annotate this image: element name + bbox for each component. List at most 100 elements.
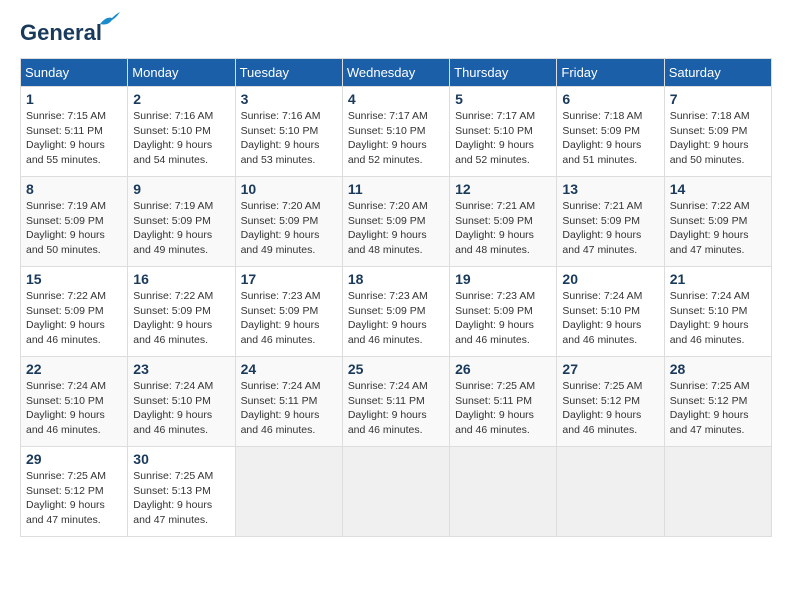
day-info: Sunrise: 7:19 AMSunset: 5:09 PMDaylight:… xyxy=(26,199,122,258)
calendar-cell xyxy=(235,447,342,537)
calendar-week-row: 15 Sunrise: 7:22 AMSunset: 5:09 PMDayligh… xyxy=(21,267,772,357)
day-info: Sunrise: 7:20 AMSunset: 5:09 PMDaylight:… xyxy=(241,199,337,258)
day-info: Sunrise: 7:24 AMSunset: 5:11 PMDaylight:… xyxy=(348,379,444,438)
day-info: Sunrise: 7:20 AMSunset: 5:09 PMDaylight:… xyxy=(348,199,444,258)
day-info: Sunrise: 7:25 AMSunset: 5:13 PMDaylight:… xyxy=(133,469,229,528)
day-info: Sunrise: 7:24 AMSunset: 5:10 PMDaylight:… xyxy=(133,379,229,438)
day-info: Sunrise: 7:23 AMSunset: 5:09 PMDaylight:… xyxy=(455,289,551,348)
day-number: 16 xyxy=(133,271,229,287)
day-number: 15 xyxy=(26,271,122,287)
day-info: Sunrise: 7:22 AMSunset: 5:09 PMDaylight:… xyxy=(133,289,229,348)
calendar-cell: 23 Sunrise: 7:24 AMSunset: 5:10 PMDayligh… xyxy=(128,357,235,447)
calendar-cell: 30 Sunrise: 7:25 AMSunset: 5:13 PMDayligh… xyxy=(128,447,235,537)
day-number: 22 xyxy=(26,361,122,377)
calendar-cell: 10 Sunrise: 7:20 AMSunset: 5:09 PMDayligh… xyxy=(235,177,342,267)
calendar-cell: 3 Sunrise: 7:16 AMSunset: 5:10 PMDaylight… xyxy=(235,87,342,177)
day-info: Sunrise: 7:21 AMSunset: 5:09 PMDaylight:… xyxy=(562,199,658,258)
day-number: 30 xyxy=(133,451,229,467)
day-number: 23 xyxy=(133,361,229,377)
calendar-cell: 29 Sunrise: 7:25 AMSunset: 5:12 PMDayligh… xyxy=(21,447,128,537)
weekday-header-saturday: Saturday xyxy=(664,59,771,87)
calendar-cell: 16 Sunrise: 7:22 AMSunset: 5:09 PMDayligh… xyxy=(128,267,235,357)
day-number: 28 xyxy=(670,361,766,377)
day-info: Sunrise: 7:17 AMSunset: 5:10 PMDaylight:… xyxy=(348,109,444,168)
day-number: 24 xyxy=(241,361,337,377)
day-info: Sunrise: 7:25 AMSunset: 5:12 PMDaylight:… xyxy=(562,379,658,438)
day-number: 14 xyxy=(670,181,766,197)
calendar-cell: 6 Sunrise: 7:18 AMSunset: 5:09 PMDaylight… xyxy=(557,87,664,177)
day-number: 20 xyxy=(562,271,658,287)
day-number: 7 xyxy=(670,91,766,107)
day-info: Sunrise: 7:18 AMSunset: 5:09 PMDaylight:… xyxy=(670,109,766,168)
bird-icon xyxy=(98,12,120,28)
calendar-cell: 27 Sunrise: 7:25 AMSunset: 5:12 PMDayligh… xyxy=(557,357,664,447)
day-info: Sunrise: 7:19 AMSunset: 5:09 PMDaylight:… xyxy=(133,199,229,258)
day-info: Sunrise: 7:22 AMSunset: 5:09 PMDaylight:… xyxy=(26,289,122,348)
day-info: Sunrise: 7:18 AMSunset: 5:09 PMDaylight:… xyxy=(562,109,658,168)
day-info: Sunrise: 7:24 AMSunset: 5:10 PMDaylight:… xyxy=(26,379,122,438)
day-info: Sunrise: 7:16 AMSunset: 5:10 PMDaylight:… xyxy=(241,109,337,168)
calendar-week-row: 8 Sunrise: 7:19 AMSunset: 5:09 PMDaylight… xyxy=(21,177,772,267)
day-info: Sunrise: 7:24 AMSunset: 5:10 PMDaylight:… xyxy=(562,289,658,348)
calendar-cell: 8 Sunrise: 7:19 AMSunset: 5:09 PMDaylight… xyxy=(21,177,128,267)
calendar-cell: 18 Sunrise: 7:23 AMSunset: 5:09 PMDayligh… xyxy=(342,267,449,357)
header: General xyxy=(20,20,772,48)
day-number: 4 xyxy=(348,91,444,107)
weekday-header-wednesday: Wednesday xyxy=(342,59,449,87)
day-number: 27 xyxy=(562,361,658,377)
day-number: 11 xyxy=(348,181,444,197)
calendar-cell: 9 Sunrise: 7:19 AMSunset: 5:09 PMDaylight… xyxy=(128,177,235,267)
day-info: Sunrise: 7:22 AMSunset: 5:09 PMDaylight:… xyxy=(670,199,766,258)
calendar-cell: 14 Sunrise: 7:22 AMSunset: 5:09 PMDayligh… xyxy=(664,177,771,267)
calendar-cell xyxy=(557,447,664,537)
weekday-header-row: SundayMondayTuesdayWednesdayThursdayFrid… xyxy=(21,59,772,87)
weekday-header-tuesday: Tuesday xyxy=(235,59,342,87)
day-info: Sunrise: 7:25 AMSunset: 5:12 PMDaylight:… xyxy=(26,469,122,528)
day-info: Sunrise: 7:15 AMSunset: 5:11 PMDaylight:… xyxy=(26,109,122,168)
day-number: 12 xyxy=(455,181,551,197)
calendar-cell: 7 Sunrise: 7:18 AMSunset: 5:09 PMDaylight… xyxy=(664,87,771,177)
day-info: Sunrise: 7:23 AMSunset: 5:09 PMDaylight:… xyxy=(348,289,444,348)
day-number: 26 xyxy=(455,361,551,377)
weekday-header-sunday: Sunday xyxy=(21,59,128,87)
calendar-body: 1 Sunrise: 7:15 AMSunset: 5:11 PMDaylight… xyxy=(21,87,772,537)
calendar-cell: 21Sunrise: 7:24 AMSunset: 5:10 PMDayligh… xyxy=(664,267,771,357)
day-number: 25 xyxy=(348,361,444,377)
day-number: 9 xyxy=(133,181,229,197)
calendar-week-row: 29 Sunrise: 7:25 AMSunset: 5:12 PMDayligh… xyxy=(21,447,772,537)
logo: General xyxy=(20,20,102,48)
calendar-week-row: 1 Sunrise: 7:15 AMSunset: 5:11 PMDaylight… xyxy=(21,87,772,177)
day-number: 19 xyxy=(455,271,551,287)
calendar-cell: 4 Sunrise: 7:17 AMSunset: 5:10 PMDaylight… xyxy=(342,87,449,177)
calendar-cell: 24 Sunrise: 7:24 AMSunset: 5:11 PMDayligh… xyxy=(235,357,342,447)
weekday-header-friday: Friday xyxy=(557,59,664,87)
calendar-cell: 20 Sunrise: 7:24 AMSunset: 5:10 PMDayligh… xyxy=(557,267,664,357)
calendar-cell: 17Sunrise: 7:23 AMSunset: 5:09 PMDayligh… xyxy=(235,267,342,357)
calendar-cell: 26 Sunrise: 7:25 AMSunset: 5:11 PMDayligh… xyxy=(450,357,557,447)
calendar-cell: 28Sunrise: 7:25 AMSunset: 5:12 PMDayligh… xyxy=(664,357,771,447)
calendar-cell: 1 Sunrise: 7:15 AMSunset: 5:11 PMDaylight… xyxy=(21,87,128,177)
day-number: 6 xyxy=(562,91,658,107)
day-info: Sunrise: 7:16 AMSunset: 5:10 PMDaylight:… xyxy=(133,109,229,168)
day-number: 18 xyxy=(348,271,444,287)
calendar-cell: 13 Sunrise: 7:21 AMSunset: 5:09 PMDayligh… xyxy=(557,177,664,267)
day-info: Sunrise: 7:23 AMSunset: 5:09 PMDaylight:… xyxy=(241,289,337,348)
day-number: 2 xyxy=(133,91,229,107)
calendar-cell xyxy=(664,447,771,537)
day-number: 8 xyxy=(26,181,122,197)
day-number: 29 xyxy=(26,451,122,467)
day-info: Sunrise: 7:25 AMSunset: 5:11 PMDaylight:… xyxy=(455,379,551,438)
calendar-cell: 15 Sunrise: 7:22 AMSunset: 5:09 PMDayligh… xyxy=(21,267,128,357)
day-number: 1 xyxy=(26,91,122,107)
day-number: 5 xyxy=(455,91,551,107)
day-number: 10 xyxy=(241,181,337,197)
weekday-header-monday: Monday xyxy=(128,59,235,87)
calendar-cell: 11 Sunrise: 7:20 AMSunset: 5:09 PMDayligh… xyxy=(342,177,449,267)
day-info: Sunrise: 7:24 AMSunset: 5:11 PMDaylight:… xyxy=(241,379,337,438)
calendar-week-row: 22 Sunrise: 7:24 AMSunset: 5:10 PMDayligh… xyxy=(21,357,772,447)
calendar-cell: 19 Sunrise: 7:23 AMSunset: 5:09 PMDayligh… xyxy=(450,267,557,357)
calendar-table: SundayMondayTuesdayWednesdayThursdayFrid… xyxy=(20,58,772,537)
day-number: 13 xyxy=(562,181,658,197)
day-number: 3 xyxy=(241,91,337,107)
calendar-cell: 12Sunrise: 7:21 AMSunset: 5:09 PMDayligh… xyxy=(450,177,557,267)
